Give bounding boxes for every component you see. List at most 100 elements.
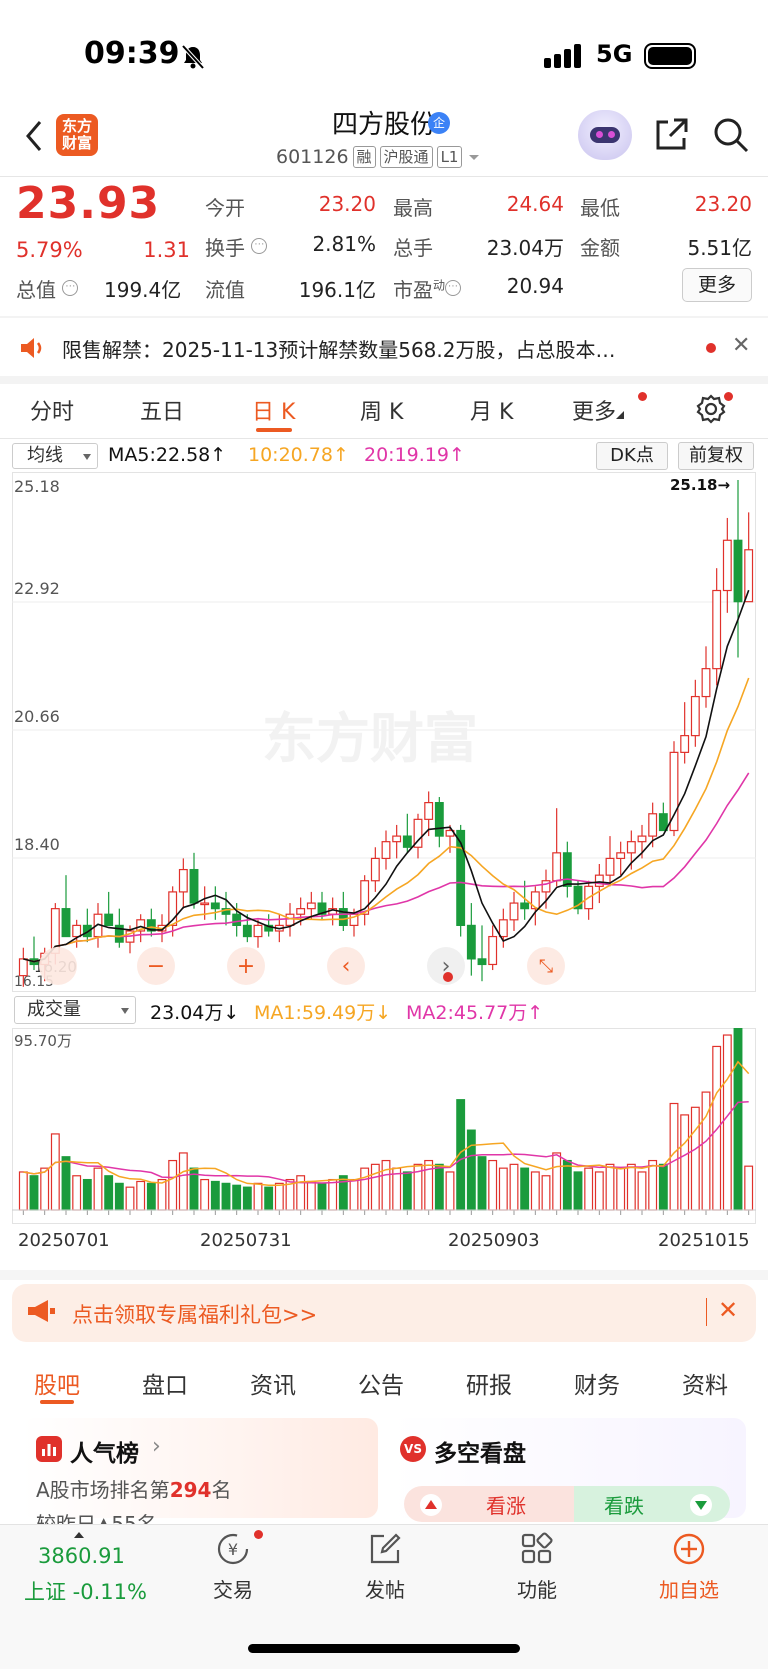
- tab-daily-k[interactable]: 日 K: [252, 394, 295, 426]
- adjust-button[interactable]: 前复权: [678, 442, 754, 470]
- kline-chart[interactable]: 东方财富 25.18 22.92 20.66 18.40 16.15 16.20…: [12, 472, 756, 992]
- caret-up-icon: [74, 1532, 84, 1538]
- volume-bar: [146, 1182, 156, 1211]
- more-button[interactable]: 更多: [682, 268, 752, 302]
- volume-bar: [466, 1129, 476, 1211]
- y-tick-2: 22.92: [14, 579, 60, 598]
- tag-connect: 沪股通: [379, 146, 433, 168]
- tab-news[interactable]: 资讯: [250, 1366, 296, 1400]
- candle-body: [200, 902, 210, 906]
- volume-bar: [61, 1156, 71, 1211]
- tab-profile[interactable]: 资料: [682, 1366, 728, 1400]
- watermark: 东方财富: [262, 707, 478, 770]
- volume-selector[interactable]: 成交量: [14, 996, 136, 1024]
- triangle-down-icon: [690, 1494, 712, 1516]
- pe-label-text: 市盈: [393, 278, 433, 302]
- dk-point-button[interactable]: DK点: [596, 442, 668, 470]
- volume-bar: [616, 1167, 626, 1211]
- index-name[interactable]: 上证 -0.11%: [24, 1576, 147, 1606]
- clock: 09:39: [84, 36, 180, 71]
- close-icon[interactable]: ✕: [718, 1296, 738, 1324]
- volume-bar: [424, 1159, 434, 1211]
- tab-announcements[interactable]: 公告: [358, 1366, 404, 1400]
- change-percent: 5.79%: [16, 238, 83, 262]
- quote-label-turnover[interactable]: 换手 ⋯: [205, 232, 268, 261]
- tab-five-day[interactable]: 五日: [140, 394, 184, 426]
- volume-bar: [477, 1156, 487, 1211]
- index-value[interactable]: 3860.91: [38, 1544, 125, 1568]
- candle-body: [242, 924, 252, 938]
- volume-bar: [381, 1159, 391, 1211]
- tab-more[interactable]: 更多: [572, 394, 625, 426]
- tab-finance[interactable]: 财务: [574, 1366, 620, 1400]
- candle-body: [626, 841, 636, 854]
- tab-monthly-k[interactable]: 月 K: [470, 394, 513, 426]
- candle-body: [648, 813, 658, 837]
- megaphone-icon: [28, 1300, 55, 1322]
- volume-bar: [114, 1182, 124, 1211]
- tab-intraday[interactable]: 分时: [30, 394, 74, 426]
- nav-trade[interactable]: ¥ 交易: [188, 1530, 278, 1603]
- signal-icon: [544, 44, 581, 68]
- y-tick-top: 25.18: [14, 477, 60, 496]
- tab-research[interactable]: 研报: [466, 1366, 512, 1400]
- nav-add-watchlist[interactable]: 加自选: [644, 1530, 734, 1603]
- stock-code: 601126: [276, 146, 349, 168]
- volume-bar: [157, 1178, 167, 1211]
- close-icon[interactable]: ✕: [732, 333, 750, 358]
- total-value-label[interactable]: 总值 ⋯: [16, 274, 79, 303]
- popularity-card[interactable]: [22, 1418, 378, 1518]
- volume-bar: [168, 1159, 178, 1211]
- settings-dot: [724, 392, 733, 401]
- volume-bar: [104, 1175, 114, 1211]
- volume-bar: [488, 1159, 498, 1211]
- volume-bar: [93, 1167, 103, 1211]
- volume-bar: [520, 1167, 530, 1211]
- volume-bar: [402, 1171, 412, 1211]
- stock-code-line[interactable]: 601126 融 沪股通 L1: [276, 146, 482, 168]
- candle-body: [552, 852, 562, 882]
- nav-functions[interactable]: 功能: [492, 1530, 582, 1603]
- active-tab-indicator: [256, 428, 292, 432]
- volume-bar: [648, 1159, 658, 1211]
- volume-bar: [530, 1171, 540, 1211]
- share-icon[interactable]: [652, 116, 690, 154]
- unlock-notice[interactable]: 限售解禁：2025-11-13预计解禁数量568.2万股，占总股本…: [62, 334, 682, 363]
- quote-value-volume: 23.04万: [486, 236, 564, 260]
- volume-bar: [50, 1133, 60, 1211]
- settings-gear-icon[interactable]: [696, 394, 726, 424]
- svg-text:+: +: [237, 954, 255, 979]
- y-tick-4: 18.40: [14, 835, 60, 854]
- search-icon[interactable]: [712, 116, 750, 154]
- candle-body: [392, 835, 402, 843]
- tab-weekly-k[interactable]: 周 K: [360, 394, 403, 426]
- volume-bar: [360, 1167, 370, 1211]
- trade-icon: ¥: [217, 1533, 249, 1565]
- tab-guba[interactable]: 股吧: [34, 1366, 80, 1400]
- tab-order-book[interactable]: 盘口: [142, 1366, 188, 1400]
- popularity-rank-line: A股市场排名第294名: [36, 1474, 231, 1503]
- candle-body: [658, 813, 668, 832]
- volume-ma1: MA1:59.49万↓: [254, 1002, 392, 1024]
- assistant-robot-icon[interactable]: [578, 110, 632, 160]
- quote-label-pe[interactable]: 市盈动 ⋯: [393, 274, 462, 303]
- section-divider: [0, 376, 768, 384]
- volume-chart[interactable]: 95.70万: [12, 1028, 756, 1224]
- volume-bar: [733, 1028, 743, 1211]
- active-tab-indicator: [40, 1400, 74, 1404]
- candle-body: [498, 919, 508, 938]
- nav-post[interactable]: 发帖: [340, 1530, 430, 1603]
- promo-text[interactable]: 点击领取专属福利礼包>>: [72, 1299, 317, 1329]
- home-indicator: [248, 1644, 520, 1653]
- candle-body: [104, 913, 114, 926]
- candle-body: [72, 924, 82, 938]
- ma-selector[interactable]: 均线: [12, 443, 98, 469]
- volume-bar: [498, 1167, 508, 1211]
- promo-separator: [706, 1298, 707, 1326]
- vs-icon: VS: [400, 1436, 426, 1462]
- volume-bar: [200, 1178, 210, 1211]
- candle-body: [189, 868, 199, 904]
- volume-bar: [594, 1171, 604, 1211]
- quote-value-amount: 5.51亿: [687, 236, 752, 260]
- volume-bar: [584, 1167, 594, 1211]
